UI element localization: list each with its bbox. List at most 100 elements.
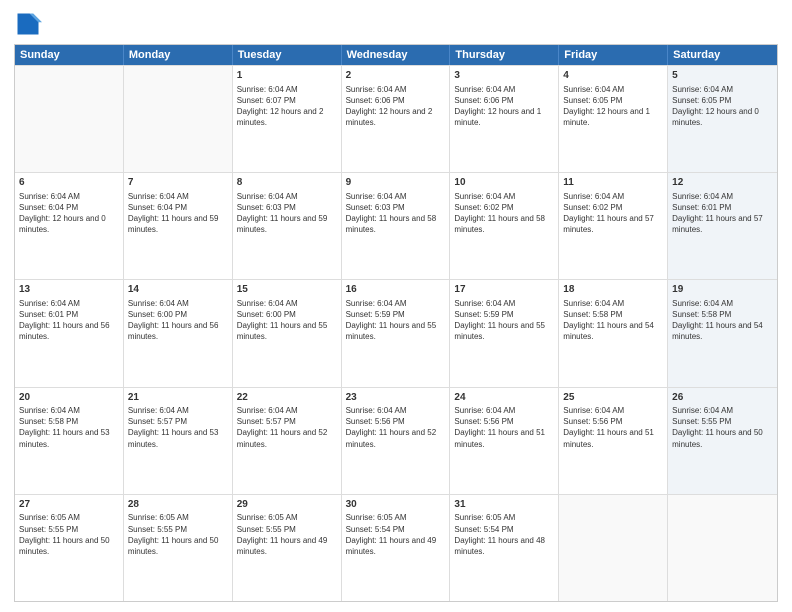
cell-info: Sunrise: 6:04 AMSunset: 6:00 PMDaylight:… (128, 298, 228, 343)
cell-info: Sunrise: 6:04 AMSunset: 6:07 PMDaylight:… (237, 84, 337, 129)
logo (14, 10, 46, 38)
cell-info: Sunrise: 6:04 AMSunset: 6:01 PMDaylight:… (672, 191, 773, 236)
calendar-body: 1Sunrise: 6:04 AMSunset: 6:07 PMDaylight… (15, 65, 777, 601)
day-header-sunday: Sunday (15, 45, 124, 65)
calendar-cell: 24Sunrise: 6:04 AMSunset: 5:56 PMDayligh… (450, 388, 559, 494)
calendar-row-0: 1Sunrise: 6:04 AMSunset: 6:07 PMDaylight… (15, 65, 777, 172)
calendar-cell: 28Sunrise: 6:05 AMSunset: 5:55 PMDayligh… (124, 495, 233, 601)
day-number: 14 (128, 283, 228, 297)
day-number: 9 (346, 176, 446, 190)
day-number: 28 (128, 498, 228, 512)
day-number: 8 (237, 176, 337, 190)
cell-info: Sunrise: 6:05 AMSunset: 5:55 PMDaylight:… (237, 512, 337, 557)
calendar-cell: 9Sunrise: 6:04 AMSunset: 6:03 PMDaylight… (342, 173, 451, 279)
cell-info: Sunrise: 6:04 AMSunset: 6:05 PMDaylight:… (563, 84, 663, 129)
cell-info: Sunrise: 6:05 AMSunset: 5:54 PMDaylight:… (346, 512, 446, 557)
day-number: 21 (128, 391, 228, 405)
day-header-monday: Monday (124, 45, 233, 65)
calendar-cell: 2Sunrise: 6:04 AMSunset: 6:06 PMDaylight… (342, 66, 451, 172)
calendar-cell: 21Sunrise: 6:04 AMSunset: 5:57 PMDayligh… (124, 388, 233, 494)
cell-info: Sunrise: 6:04 AMSunset: 6:06 PMDaylight:… (454, 84, 554, 129)
calendar-cell: 7Sunrise: 6:04 AMSunset: 6:04 PMDaylight… (124, 173, 233, 279)
day-header-wednesday: Wednesday (342, 45, 451, 65)
calendar-cell: 8Sunrise: 6:04 AMSunset: 6:03 PMDaylight… (233, 173, 342, 279)
day-number: 26 (672, 391, 773, 405)
day-number: 30 (346, 498, 446, 512)
cell-info: Sunrise: 6:04 AMSunset: 5:56 PMDaylight:… (346, 405, 446, 450)
page-header (14, 10, 778, 38)
day-number: 7 (128, 176, 228, 190)
calendar-cell: 31Sunrise: 6:05 AMSunset: 5:54 PMDayligh… (450, 495, 559, 601)
day-number: 6 (19, 176, 119, 190)
cell-info: Sunrise: 6:04 AMSunset: 6:04 PMDaylight:… (128, 191, 228, 236)
day-number: 10 (454, 176, 554, 190)
calendar-cell: 29Sunrise: 6:05 AMSunset: 5:55 PMDayligh… (233, 495, 342, 601)
calendar-row-1: 6Sunrise: 6:04 AMSunset: 6:04 PMDaylight… (15, 172, 777, 279)
day-number: 27 (19, 498, 119, 512)
cell-info: Sunrise: 6:04 AMSunset: 6:05 PMDaylight:… (672, 84, 773, 129)
calendar-cell: 22Sunrise: 6:04 AMSunset: 5:57 PMDayligh… (233, 388, 342, 494)
calendar-cell (15, 66, 124, 172)
day-number: 15 (237, 283, 337, 297)
day-number: 1 (237, 69, 337, 83)
calendar-cell: 26Sunrise: 6:04 AMSunset: 5:55 PMDayligh… (668, 388, 777, 494)
day-number: 29 (237, 498, 337, 512)
day-number: 24 (454, 391, 554, 405)
day-number: 25 (563, 391, 663, 405)
calendar-cell: 10Sunrise: 6:04 AMSunset: 6:02 PMDayligh… (450, 173, 559, 279)
calendar-cell: 16Sunrise: 6:04 AMSunset: 5:59 PMDayligh… (342, 280, 451, 386)
calendar: SundayMondayTuesdayWednesdayThursdayFrid… (14, 44, 778, 602)
calendar-cell (559, 495, 668, 601)
cell-info: Sunrise: 6:04 AMSunset: 5:57 PMDaylight:… (128, 405, 228, 450)
day-number: 11 (563, 176, 663, 190)
cell-info: Sunrise: 6:04 AMSunset: 6:00 PMDaylight:… (237, 298, 337, 343)
cell-info: Sunrise: 6:04 AMSunset: 6:03 PMDaylight:… (346, 191, 446, 236)
calendar-row-2: 13Sunrise: 6:04 AMSunset: 6:01 PMDayligh… (15, 279, 777, 386)
calendar-cell: 3Sunrise: 6:04 AMSunset: 6:06 PMDaylight… (450, 66, 559, 172)
day-number: 18 (563, 283, 663, 297)
cell-info: Sunrise: 6:04 AMSunset: 5:58 PMDaylight:… (563, 298, 663, 343)
calendar-cell: 4Sunrise: 6:04 AMSunset: 6:05 PMDaylight… (559, 66, 668, 172)
calendar-row-3: 20Sunrise: 6:04 AMSunset: 5:58 PMDayligh… (15, 387, 777, 494)
day-number: 2 (346, 69, 446, 83)
calendar-cell: 13Sunrise: 6:04 AMSunset: 6:01 PMDayligh… (15, 280, 124, 386)
calendar-cell (124, 66, 233, 172)
calendar-cell: 20Sunrise: 6:04 AMSunset: 5:58 PMDayligh… (15, 388, 124, 494)
day-header-saturday: Saturday (668, 45, 777, 65)
day-number: 12 (672, 176, 773, 190)
calendar-cell: 19Sunrise: 6:04 AMSunset: 5:58 PMDayligh… (668, 280, 777, 386)
day-header-thursday: Thursday (450, 45, 559, 65)
calendar-cell: 1Sunrise: 6:04 AMSunset: 6:07 PMDaylight… (233, 66, 342, 172)
calendar-cell: 27Sunrise: 6:05 AMSunset: 5:55 PMDayligh… (15, 495, 124, 601)
calendar-cell: 15Sunrise: 6:04 AMSunset: 6:00 PMDayligh… (233, 280, 342, 386)
day-number: 31 (454, 498, 554, 512)
calendar-cell: 17Sunrise: 6:04 AMSunset: 5:59 PMDayligh… (450, 280, 559, 386)
cell-info: Sunrise: 6:04 AMSunset: 6:02 PMDaylight:… (454, 191, 554, 236)
day-number: 17 (454, 283, 554, 297)
day-number: 13 (19, 283, 119, 297)
calendar-cell: 14Sunrise: 6:04 AMSunset: 6:00 PMDayligh… (124, 280, 233, 386)
day-number: 19 (672, 283, 773, 297)
cell-info: Sunrise: 6:04 AMSunset: 5:56 PMDaylight:… (454, 405, 554, 450)
day-number: 22 (237, 391, 337, 405)
cell-info: Sunrise: 6:04 AMSunset: 6:04 PMDaylight:… (19, 191, 119, 236)
cell-info: Sunrise: 6:04 AMSunset: 5:56 PMDaylight:… (563, 405, 663, 450)
day-header-tuesday: Tuesday (233, 45, 342, 65)
calendar-cell (668, 495, 777, 601)
calendar-cell: 23Sunrise: 6:04 AMSunset: 5:56 PMDayligh… (342, 388, 451, 494)
day-number: 16 (346, 283, 446, 297)
cell-info: Sunrise: 6:04 AMSunset: 6:03 PMDaylight:… (237, 191, 337, 236)
day-number: 5 (672, 69, 773, 83)
day-number: 23 (346, 391, 446, 405)
calendar-cell: 5Sunrise: 6:04 AMSunset: 6:05 PMDaylight… (668, 66, 777, 172)
calendar-cell: 30Sunrise: 6:05 AMSunset: 5:54 PMDayligh… (342, 495, 451, 601)
cell-info: Sunrise: 6:04 AMSunset: 5:59 PMDaylight:… (454, 298, 554, 343)
cell-info: Sunrise: 6:05 AMSunset: 5:55 PMDaylight:… (19, 512, 119, 557)
cell-info: Sunrise: 6:04 AMSunset: 6:02 PMDaylight:… (563, 191, 663, 236)
cell-info: Sunrise: 6:05 AMSunset: 5:54 PMDaylight:… (454, 512, 554, 557)
cell-info: Sunrise: 6:04 AMSunset: 5:59 PMDaylight:… (346, 298, 446, 343)
cell-info: Sunrise: 6:04 AMSunset: 6:06 PMDaylight:… (346, 84, 446, 129)
day-header-friday: Friday (559, 45, 668, 65)
calendar-row-4: 27Sunrise: 6:05 AMSunset: 5:55 PMDayligh… (15, 494, 777, 601)
cell-info: Sunrise: 6:04 AMSunset: 5:57 PMDaylight:… (237, 405, 337, 450)
